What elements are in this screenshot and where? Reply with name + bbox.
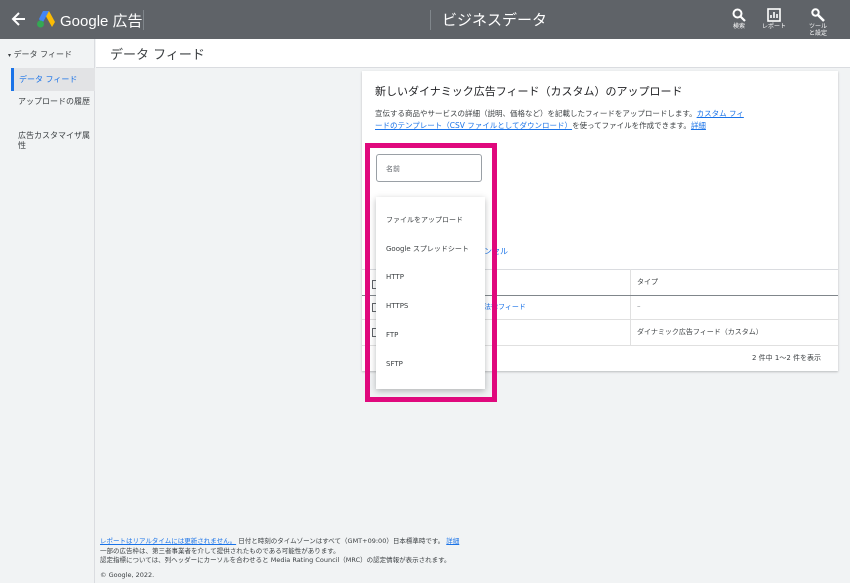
column-header-type[interactable]: タイプ xyxy=(637,277,658,287)
sidebar-header[interactable]: ▾ データ フィード xyxy=(8,49,72,60)
menu-item-sftp[interactable]: SFTP xyxy=(386,360,403,368)
description-text: 宣伝する商品やサービスの詳細（説明、価格など）を記載したフィードをアップロードし… xyxy=(375,109,697,118)
footer-details-link[interactable]: 詳細 xyxy=(446,537,459,545)
details-link[interactable]: 詳細 xyxy=(691,121,706,130)
upload-source-menu: ファイルをアップロード Google スプレッドシート HTTP HTTPS F… xyxy=(376,197,485,389)
caret-down-icon: ▾ xyxy=(8,52,12,59)
brand-name: Google 広告 xyxy=(60,13,143,30)
copyright: © Google, 2022. xyxy=(100,570,155,579)
back-arrow-icon[interactable] xyxy=(11,10,27,28)
divider xyxy=(143,10,144,30)
card-title: 新しいダイナミック広告フィード（カスタム）のアップロード xyxy=(375,85,683,98)
feed-type: ダイナミック広告フィード（カスタム） xyxy=(637,328,763,336)
sidebar: ▾ データ フィード データ フィード アップロードの履歴 広告カスタマイザ属性 xyxy=(0,39,95,583)
description-text: を使ってファイルを作成できます。 xyxy=(572,121,691,130)
feed-type: – xyxy=(637,302,641,310)
card-description: 宣伝する商品やサービスの詳細（説明、価格など）を記載したフィードをアップロードし… xyxy=(375,108,745,132)
sidebar-item-label: 広告カスタマイザ属性 xyxy=(18,131,90,150)
sidebar-item-ad-customizer-attributes[interactable]: 広告カスタマイザ属性 xyxy=(18,131,90,151)
pagination-info: 2 件中 1～2 件を表示 xyxy=(752,354,822,362)
chart-icon xyxy=(767,8,781,22)
feed-name-placeholder: 名前 xyxy=(386,165,400,173)
reports-button-label: レポート xyxy=(761,23,786,30)
menu-item-upload-file[interactable]: ファイルをアップロード xyxy=(386,215,463,225)
wrench-icon xyxy=(811,8,825,22)
page-footer: レポートはリアルタイムには更新されません。 日付と時刻のタイムゾーンはすべて（G… xyxy=(100,537,820,580)
realtime-notice-link[interactable]: レポートはリアルタイムには更新されません。 xyxy=(100,537,236,545)
sidebar-header-label: データ フィード xyxy=(13,50,72,59)
reports-button[interactable]: レポート xyxy=(754,8,794,30)
footer-line: 認定指標については、列ヘッダーにカーソルを合わせると Media Rating … xyxy=(100,556,451,564)
search-button-label: 検索 xyxy=(732,23,745,30)
sidebar-item-label: アップロードの履歴 xyxy=(18,97,90,106)
tools-settings-button[interactable]: ツールと設定 xyxy=(798,8,838,37)
page-header: データ フィード xyxy=(96,39,850,68)
sidebar-item-data-feeds[interactable]: データ フィード xyxy=(11,68,95,91)
tools-settings-label: ツールと設定 xyxy=(809,23,828,37)
timezone-notice: 日付と時刻のタイムゾーンはすべて（GMT+09:00）日本標準時です。 xyxy=(238,537,445,545)
feed-name-input[interactable]: 名前 xyxy=(376,154,482,182)
menu-item-google-sheets[interactable]: Google スプレッドシート xyxy=(386,244,469,254)
menu-item-http[interactable]: HTTP xyxy=(386,273,404,281)
menu-item-https[interactable]: HTTPS xyxy=(386,302,408,310)
divider xyxy=(430,10,431,30)
search-button[interactable]: 検索 xyxy=(719,8,759,30)
column-divider xyxy=(630,269,631,345)
page-title: データ フィード xyxy=(110,48,205,63)
footer-line: 一部の広告枠は、第三者事業者を介して提供されたものである可能性があります。 xyxy=(100,546,340,555)
sidebar-item-label: データ フィード xyxy=(19,75,78,84)
section-title: ビジネスデータ xyxy=(442,11,548,29)
google-ads-logo-icon xyxy=(37,11,55,28)
search-icon xyxy=(732,8,746,22)
sidebar-item-upload-history[interactable]: アップロードの履歴 xyxy=(18,97,90,107)
menu-item-ftp[interactable]: FTP xyxy=(386,331,398,339)
top-app-bar: Google 広告 ビジネスデータ 検索 レポート ツールと設定 xyxy=(0,0,850,39)
footer-line: レポートはリアルタイムには更新されません。 日付と時刻のタイムゾーンはすべて（G… xyxy=(100,537,820,547)
